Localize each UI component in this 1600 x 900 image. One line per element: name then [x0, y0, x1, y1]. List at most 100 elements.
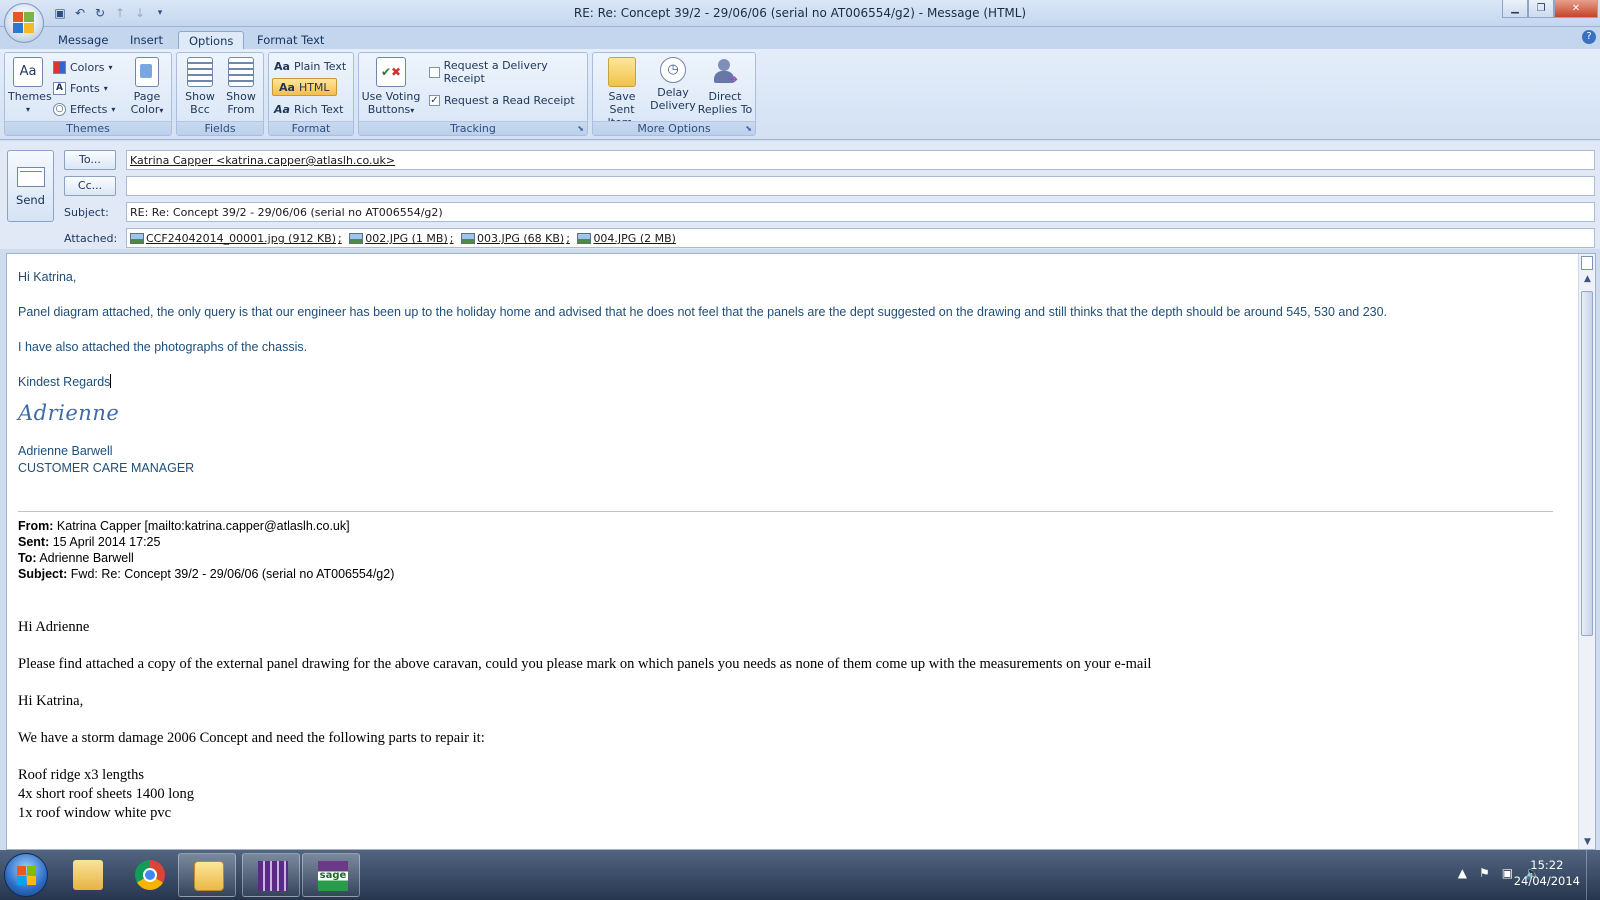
show-bcc-button[interactable]: Show Bcc — [180, 57, 220, 116]
html-icon: Aa — [279, 80, 295, 94]
show-from-icon — [228, 57, 254, 87]
windows-logo-icon — [17, 866, 37, 886]
office-logo-icon — [13, 12, 35, 34]
help-icon[interactable]: ? — [1582, 30, 1596, 44]
start-button[interactable] — [4, 853, 48, 897]
scroll-down-icon[interactable]: ▼ — [1579, 837, 1595, 847]
close-icon[interactable]: ✕ — [1554, 0, 1598, 18]
taskbar-chrome[interactable] — [120, 853, 178, 897]
attachment-item[interactable]: 002.JPG (1 MB); — [349, 232, 453, 245]
office-button[interactable] — [4, 3, 44, 43]
image-file-icon — [577, 233, 592, 244]
attachment-item[interactable]: 003.JPG (68 KB); — [460, 232, 570, 245]
colors-button[interactable]: Colors ▾ — [53, 58, 112, 76]
delay-delivery-button[interactable]: ◷ Delay Delivery — [649, 57, 697, 112]
attachments-field[interactable]: CCF24042014_00001.jpg (912 KB); 002.JPG … — [126, 228, 1595, 248]
window-title: RE: Re: Concept 39/2 - 29/06/06 (serial … — [573, 6, 1027, 20]
show-desktop-button[interactable] — [1586, 850, 1600, 900]
fonts-button[interactable]: A Fonts ▾ — [53, 79, 108, 97]
signature-title: CUSTOMER CARE MANAGER — [18, 461, 195, 475]
subject-field[interactable]: RE: Re: Concept 39/2 - 29/06/06 (serial … — [126, 202, 1595, 222]
clock-icon: ◷ — [660, 57, 686, 83]
plain-text-button[interactable]: Aa Plain Text — [274, 57, 346, 75]
cc-field[interactable] — [126, 176, 1595, 196]
chrome-icon — [135, 860, 165, 890]
list-item: 4x short roof sheets 1400 long — [18, 786, 194, 802]
group-label-fields: Fields — [177, 121, 263, 135]
cc-button[interactable]: Cc... — [64, 176, 116, 196]
list-item: 1x roof window white pvc — [18, 805, 172, 821]
greeting: Hi Katrina, — [18, 270, 77, 284]
dialog-launcher-icon[interactable]: ⬊ — [577, 124, 584, 133]
grid-app-icon — [258, 861, 288, 891]
taskbar-app-grid[interactable] — [242, 853, 300, 897]
body-paragraph: I have also attached the photographs of … — [18, 340, 308, 354]
tab-insert[interactable]: Insert — [120, 31, 173, 49]
tab-format-text[interactable]: Format Text — [247, 31, 334, 49]
attachment-item[interactable]: 004.JPG (2 MB) — [577, 232, 676, 245]
voting-icon: ✔✖ — [376, 57, 406, 87]
quoted-header: From: Katrina Capper [mailto:katrina.cap… — [18, 519, 395, 581]
taskbar-explorer[interactable] — [58, 853, 116, 897]
html-button[interactable]: Aa HTML — [272, 78, 337, 96]
signature-name: Adrienne Barwell — [18, 444, 113, 458]
vertical-scrollbar[interactable]: ▲ ▼ — [1578, 254, 1595, 849]
taskbar-outlook[interactable] — [178, 853, 236, 897]
group-format: Aa Plain Text Aa HTML Aa Rich Text Forma… — [268, 52, 354, 136]
clock-time: 15:22 — [1530, 858, 1564, 872]
delivery-receipt-check[interactable] — [429, 66, 440, 78]
restore-icon[interactable]: ❐ — [1528, 0, 1554, 18]
body-paragraph: Panel diagram attached, the only query i… — [18, 305, 1388, 319]
to-field[interactable]: Katrina Capper <katrina.capper@atlaslh.c… — [126, 150, 1595, 170]
taskbar-sage[interactable]: sage — [302, 853, 360, 897]
dialog-launcher-icon[interactable]: ⬊ — [745, 124, 752, 133]
read-receipt-check[interactable]: ✓ — [429, 94, 440, 106]
message-body[interactable]: Hi Katrina, Panel diagram attached, the … — [6, 253, 1596, 850]
message-content[interactable]: Hi Katrina, Panel diagram attached, the … — [18, 268, 1563, 823]
attached-label: Attached: — [64, 232, 118, 245]
show-from-button[interactable]: Show From — [221, 57, 261, 116]
delivery-receipt-checkbox[interactable]: Request a Delivery Receipt — [429, 59, 587, 85]
tab-message[interactable]: Message — [48, 31, 118, 49]
message-header: Send To... Katrina Capper <katrina.cappe… — [0, 141, 1600, 249]
quoted-paragraph: Please find attached a copy of the exter… — [18, 656, 1152, 672]
group-fields: Show Bcc Show From Fields — [176, 52, 264, 136]
themes-icon: Aa — [13, 57, 43, 87]
quoted-to: Adrienne Barwell — [39, 551, 134, 565]
read-receipt-checkbox[interactable]: ✓ Request a Read Receipt — [429, 91, 575, 109]
group-themes: Aa Themes ▾ Colors ▾ A Fonts ▾ ○ Effects ▾ … — [4, 52, 172, 136]
sage-icon: sage — [318, 861, 348, 891]
action-center-flag-icon[interactable]: ⚑ — [1479, 866, 1490, 880]
regards-line: Kindest Regards — [18, 374, 112, 389]
use-voting-buttons-button[interactable]: ✔✖ Use Voting Buttons▾ — [361, 57, 421, 117]
ribbon: Aa Themes ▾ Colors ▾ A Fonts ▾ ○ Effects ▾ … — [0, 49, 1600, 140]
person-arrow-icon: ➔ — [712, 57, 738, 87]
direct-replies-button[interactable]: ➔ Direct Replies To — [697, 57, 753, 116]
to-button[interactable]: To... — [64, 150, 116, 170]
group-label-tracking: Tracking — [359, 121, 587, 135]
page-color-button[interactable]: Page Color▾ — [125, 57, 169, 117]
handwritten-signature: Adrienne — [18, 401, 120, 425]
minimize-icon[interactable]: ▁ — [1502, 0, 1528, 18]
effects-button[interactable]: ○ Effects ▾ — [53, 100, 115, 118]
colors-icon — [53, 60, 66, 74]
themes-button[interactable]: Aa Themes ▾ — [8, 57, 52, 116]
tray-expand-icon[interactable]: ▲ — [1458, 866, 1467, 880]
attachment-item[interactable]: CCF24042014_00001.jpg (912 KB); — [130, 232, 342, 245]
fonts-icon: A — [53, 81, 66, 95]
reply-divider — [18, 511, 1553, 512]
quoted-from: Katrina Capper [mailto:katrina.capper@at… — [56, 519, 350, 533]
effects-icon: ○ — [53, 102, 66, 116]
taskbar-clock[interactable]: 15:22 24/04/2014 — [1514, 857, 1580, 889]
save-sent-item-button[interactable]: Save Sent Item▾ — [596, 57, 648, 130]
tab-options[interactable]: Options — [178, 31, 245, 49]
group-label-more-options: More Options — [593, 121, 755, 135]
network-icon[interactable]: ▣ — [1502, 866, 1513, 880]
to-recipient[interactable]: Katrina Capper <katrina.capper@atlaslh.c… — [130, 154, 395, 167]
taskbar: sage ▲ ⚑ ▣ 🔈 15:22 24/04/2014 — [0, 850, 1600, 900]
scroll-thumb[interactable] — [1581, 291, 1593, 636]
scroll-up-icon[interactable]: ▲ — [1579, 274, 1595, 284]
rich-text-button[interactable]: Aa Rich Text — [274, 100, 343, 118]
ruler-icon[interactable] — [1581, 256, 1593, 270]
send-button[interactable]: Send — [7, 150, 54, 222]
